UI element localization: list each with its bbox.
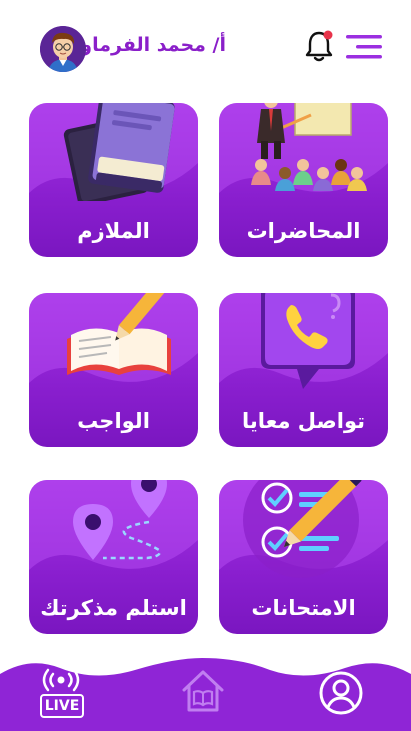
lectures-card[interactable]: المحاضرات [219,103,388,257]
teacher-name: أ/ محمد الفرماوي [62,34,226,56]
homework-card[interactable]: الواجب [29,293,198,447]
live-broadcast-button[interactable]: LIVE [38,668,84,718]
books-icon [63,103,175,201]
map-route-icon [73,480,167,560]
notification-bell-icon[interactable] [302,28,338,64]
exams-card[interactable]: الامتحانات [219,480,388,634]
notification-dot [323,30,333,40]
contact-label: تواصل معايا [241,409,366,433]
contact-card[interactable]: تواصل معايا [219,293,388,447]
lecture-presentation-icon [251,103,367,191]
lectures-label: المحاضرات [246,219,361,243]
homework-label: الواجب [77,409,150,433]
live-label: LIVE [40,694,84,718]
profile-button[interactable] [318,670,364,716]
avatar[interactable] [40,26,86,72]
profile-icon [319,671,363,715]
checklist-pencil-icon [243,480,362,578]
exams-label: الامتحانات [251,596,356,620]
hamburger-menu-icon[interactable] [344,32,384,62]
notebook-pencil-icon [67,293,171,375]
home-button[interactable] [180,668,226,714]
home-book-icon [182,670,224,712]
receive-notes-card[interactable]: استلم مذكرتك [29,480,198,634]
booklets-card[interactable]: الملازم [29,103,198,257]
receive-notes-label: استلم مذكرتك [40,596,187,620]
booklets-label: الملازم [77,219,150,243]
app-header: أ/ محمد الفرماوي [0,0,411,95]
phone-chat-icon [261,293,355,389]
